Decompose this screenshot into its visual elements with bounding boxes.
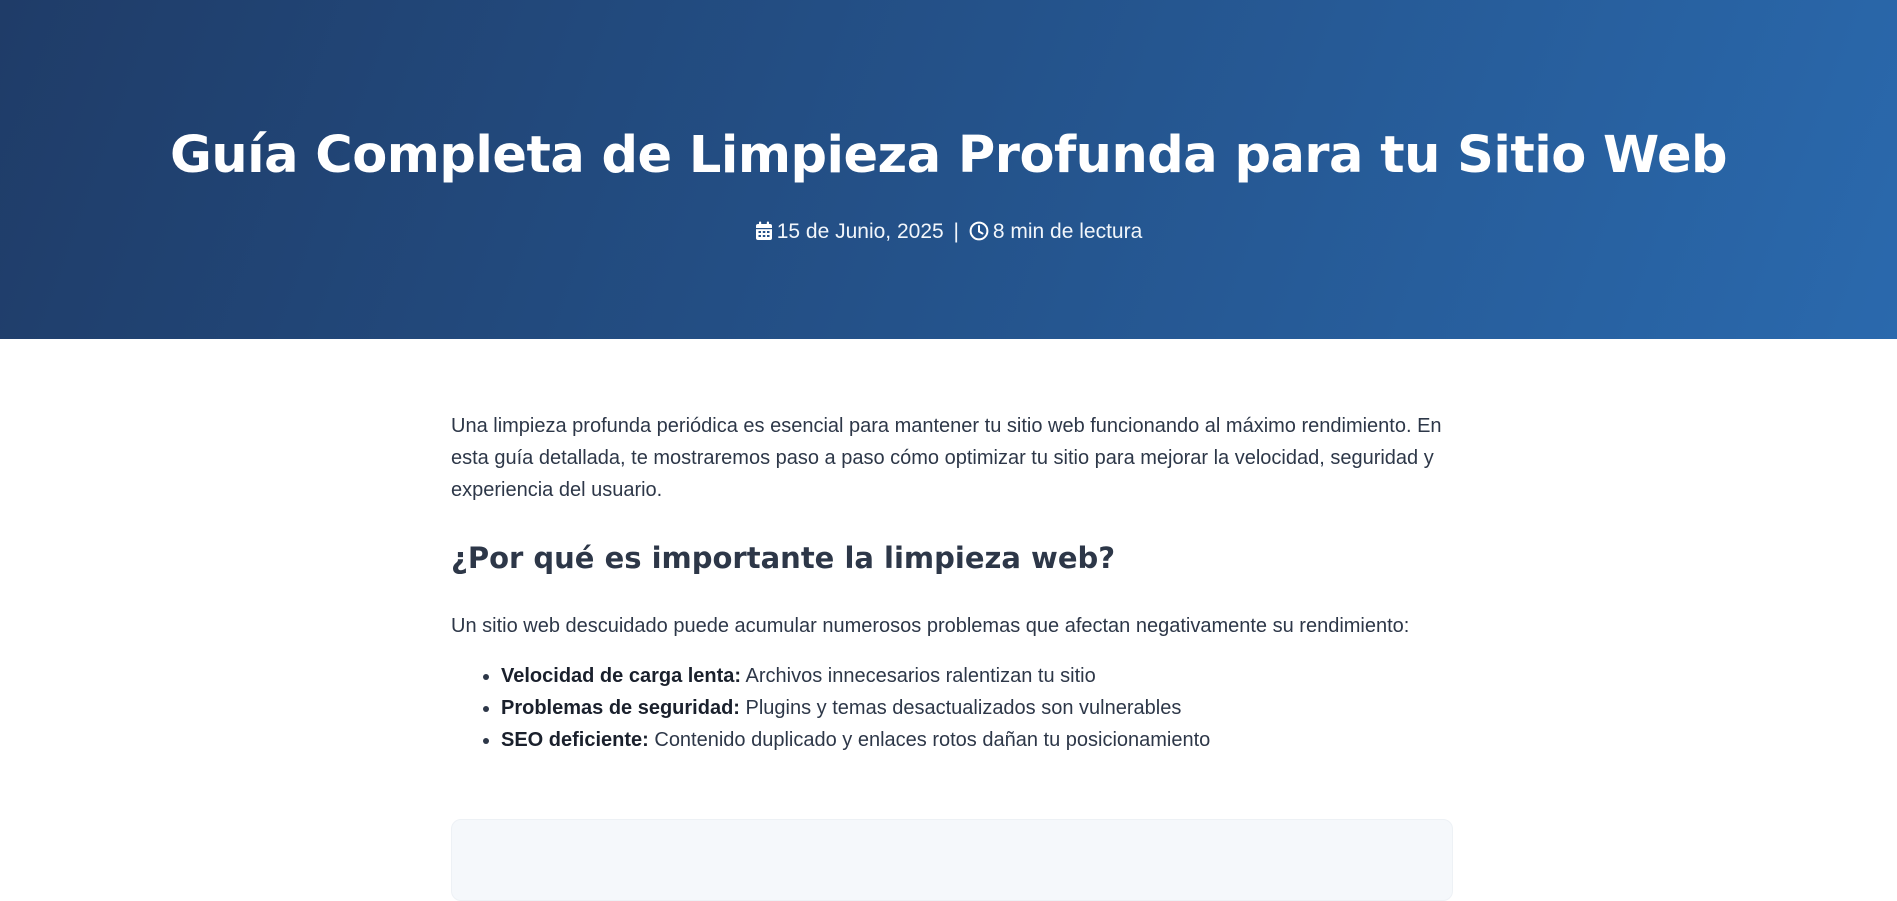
- list-item: Velocidad de carga lenta: Archivos innec…: [501, 660, 1451, 692]
- article-meta: 15 de Junio, 2025 | 8 min de lectura: [0, 218, 1897, 249]
- article-title: Guía Completa de Limpieza Profunda para …: [169, 126, 1728, 185]
- issues-list: Velocidad de carga lenta: Archivos innec…: [451, 660, 1451, 756]
- list-item: Problemas de seguridad: Plugins y temas …: [501, 692, 1451, 724]
- list-item-text: Plugins y temas desactualizados son vuln…: [739, 697, 1182, 719]
- article-body: Una limpieza profunda periódica es esenc…: [451, 410, 1451, 756]
- list-item-text: Contenido duplicado y enlaces rotos daña…: [648, 729, 1211, 751]
- read-time: 8 min de lectura: [992, 220, 1143, 243]
- section-paragraph: Un sitio web descuidado puede acumular n…: [451, 615, 1410, 637]
- clock-icon: [969, 221, 989, 249]
- list-item-label: SEO deficiente:: [501, 729, 649, 751]
- list-item-text: Archivos innecesarios ralentizan tu siti…: [741, 665, 1096, 687]
- section-heading: ¿Por qué es importante la limpieza web?: [451, 541, 1116, 575]
- meta-separator: |: [953, 220, 960, 243]
- article-hero: Guía Completa de Limpieza Profunda para …: [0, 0, 1897, 339]
- calendar-icon: [755, 221, 773, 249]
- list-item: SEO deficiente: Contenido duplicado y en…: [501, 724, 1451, 756]
- article-intro: Una limpieza profunda periódica es esenc…: [451, 415, 1442, 501]
- info-box: [451, 819, 1453, 901]
- list-item-label: Velocidad de carga lenta:: [501, 665, 742, 687]
- publish-date: 15 de Junio, 2025: [776, 220, 944, 243]
- list-item-label: Problemas de seguridad:: [501, 697, 740, 719]
